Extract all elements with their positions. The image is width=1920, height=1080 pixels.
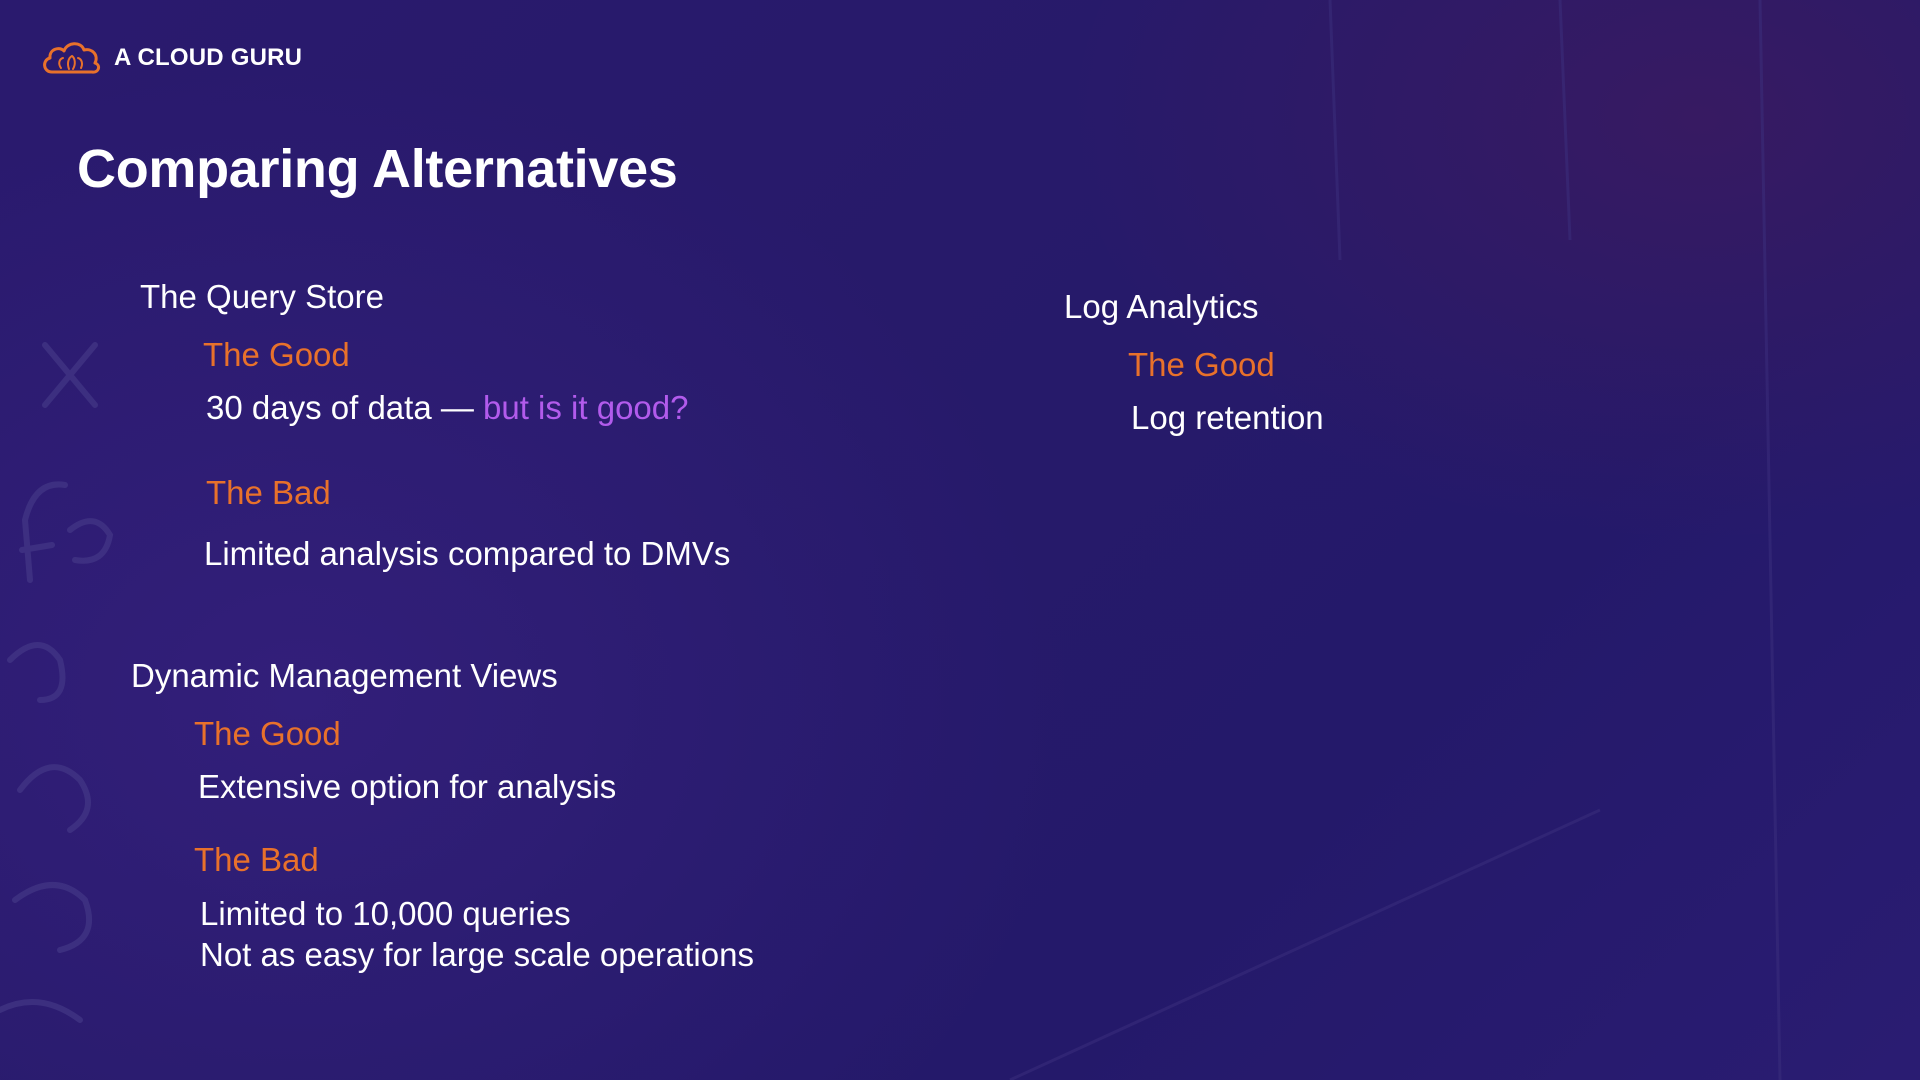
query-store-good-label: The Good	[203, 336, 350, 373]
cloud-icon	[43, 42, 101, 74]
query-store-good-main: 30 days of data —	[206, 389, 484, 426]
log-analytics-good-label: The Good	[1128, 346, 1275, 383]
query-store-bad-text: Limited analysis compared to DMVs	[204, 535, 731, 572]
dmv-good-text: Extensive option for analysis	[198, 768, 617, 805]
query-store-heading: The Query Store	[140, 278, 384, 315]
query-store-good-highlight: but is it good?	[483, 389, 689, 426]
query-store-good-text: 30 days of data — but is it good?	[206, 391, 689, 424]
log-analytics-heading: Log Analytics	[1064, 288, 1259, 325]
dmv-heading: Dynamic Management Views	[131, 657, 558, 694]
dmv-bad-line: Limited to 10,000 queries	[200, 895, 571, 932]
log-analytics-good-text: Log retention	[1131, 399, 1324, 436]
dmv-bad-label: The Bad	[194, 841, 319, 878]
brand-name: A CLOUD GURU	[114, 44, 303, 71]
brand-logo: A CLOUD GURU	[40, 38, 302, 78]
dmv-bad-line: Not as easy for large scale operations	[200, 936, 754, 973]
dmv-good-label: The Good	[194, 715, 341, 752]
query-store-bad-label: The Bad	[206, 474, 331, 511]
page-title: Comparing Alternatives	[77, 139, 678, 199]
